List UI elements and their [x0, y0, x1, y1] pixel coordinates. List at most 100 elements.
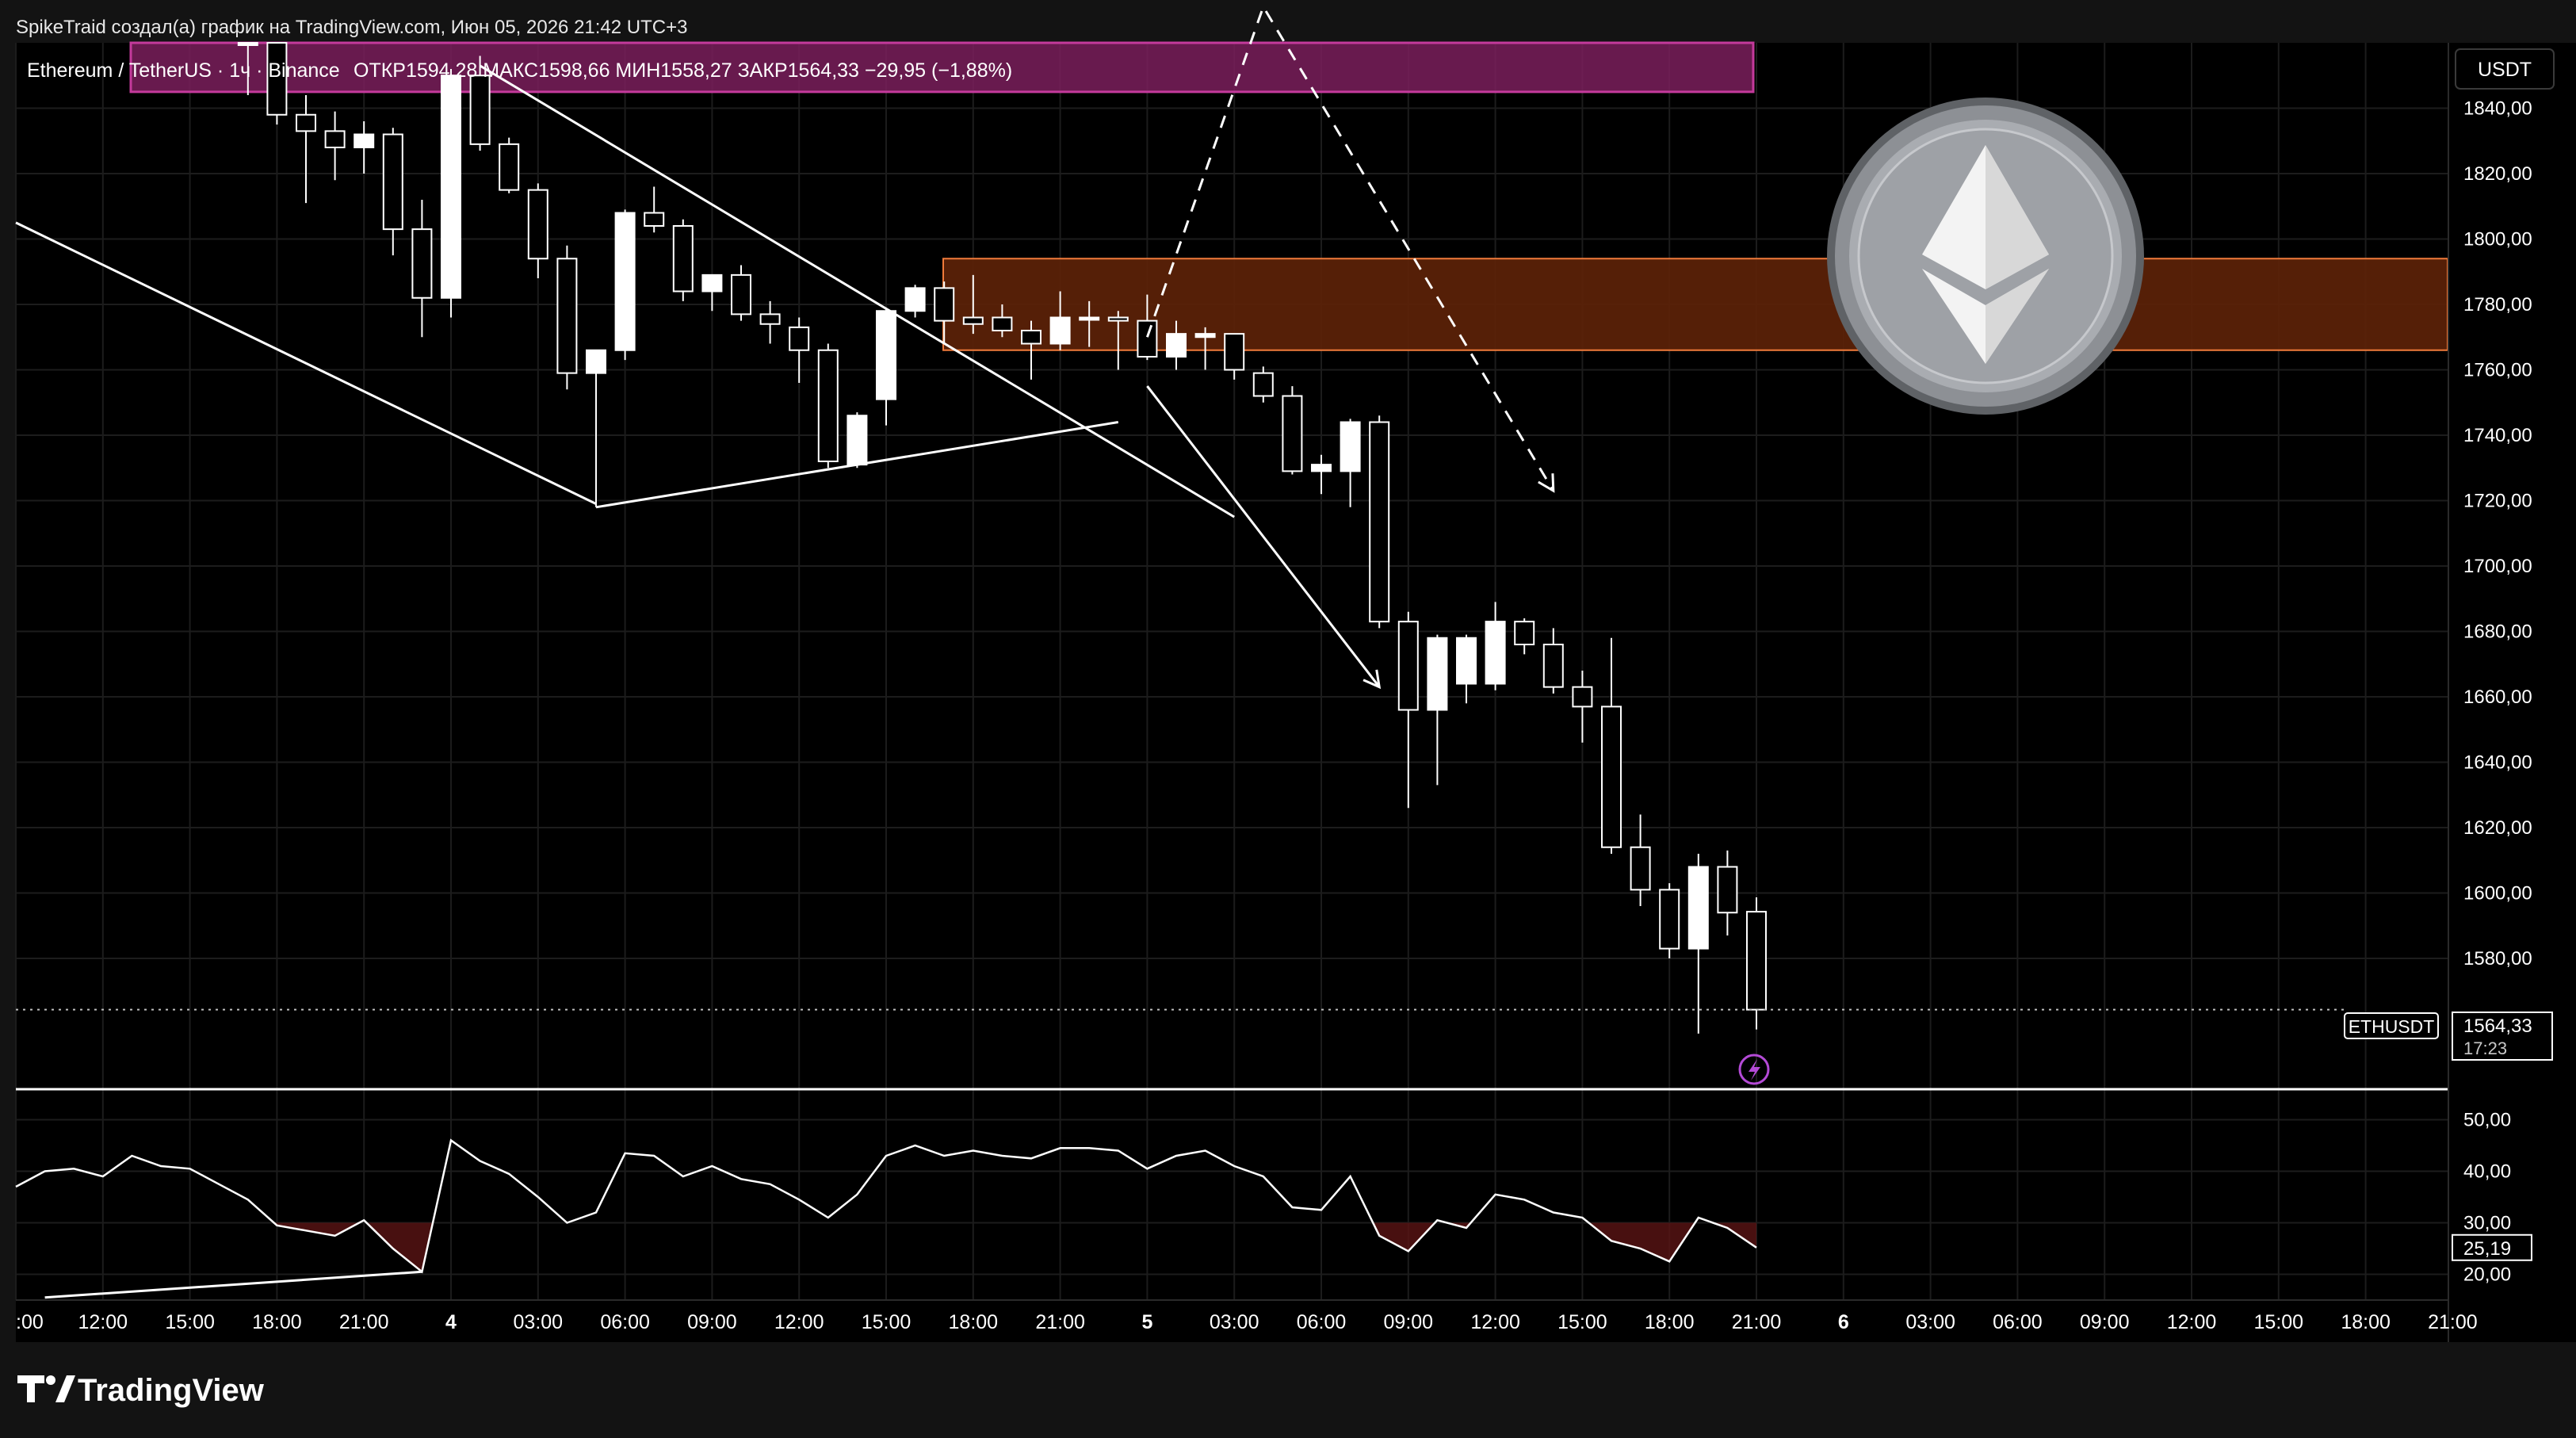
candle-body: [672, 225, 694, 293]
candle-body: [1224, 333, 1245, 371]
attribution-text: SpikeTraid создал(а) график на TradingVi…: [16, 17, 687, 38]
osc-tick: 50,00: [2463, 1110, 2511, 1131]
candle-body: [731, 273, 751, 316]
price-tick: 1660,00: [2463, 686, 2532, 708]
candle-body: [789, 326, 810, 351]
candle-body: [1630, 846, 1651, 891]
time-tick: 09:00: [687, 1311, 737, 1333]
candle-body: [1687, 866, 1709, 950]
candle-body: [614, 212, 636, 351]
ethereum-coin-icon: [1827, 98, 2144, 415]
currency-label: USDT: [2478, 59, 2532, 81]
candle-body: [1659, 889, 1680, 950]
candle-body: [1049, 316, 1071, 345]
candle-body: [1717, 866, 1738, 914]
candle-body: [904, 287, 926, 312]
candle-body: [701, 273, 723, 293]
candle-body: [1021, 330, 1041, 345]
symbol-tag: ETHUSDT: [2349, 1016, 2435, 1037]
price-tick: 1580,00: [2463, 948, 2532, 970]
candle-body: [441, 75, 461, 299]
time-tick: :00: [16, 1311, 44, 1333]
time-tick: 09:00: [2080, 1311, 2130, 1333]
price-tick: 1720,00: [2463, 491, 2532, 512]
candle-body: [1427, 637, 1448, 711]
osc-last-value: 25,19: [2463, 1238, 2511, 1260]
time-tick: 6: [1838, 1311, 1849, 1333]
candle-body: [1282, 395, 1303, 472]
candle-body: [934, 287, 955, 322]
candle-body: [1542, 644, 1564, 688]
time-tick: 06:00: [1297, 1311, 1347, 1333]
time-tick: 12:00: [2167, 1311, 2217, 1333]
time-tick: 21:00: [1035, 1311, 1085, 1333]
last-price-value: 1564,33: [2463, 1015, 2532, 1037]
candle-body: [237, 42, 258, 46]
candle-body: [1194, 333, 1216, 338]
candle-body: [1746, 911, 1767, 1011]
price-tick: 1840,00: [2463, 98, 2532, 120]
candle-body: [586, 349, 606, 374]
candle-body: [1601, 706, 1622, 848]
time-tick: 03:00: [1905, 1311, 1955, 1333]
price-tick: 1620,00: [2463, 817, 2532, 839]
time-tick: 03:00: [514, 1311, 564, 1333]
time-tick: 15:00: [1557, 1311, 1607, 1333]
time-tick: 18:00: [1645, 1311, 1695, 1333]
candle-body: [817, 349, 839, 462]
time-tick: 21:00: [2428, 1311, 2478, 1333]
osc-tick: 40,00: [2463, 1161, 2511, 1183]
candle-body: [1485, 621, 1506, 685]
candle-body: [1137, 319, 1158, 358]
time-tick: 18:00: [949, 1311, 999, 1333]
osc-tick: 20,00: [2463, 1264, 2511, 1286]
candle-body: [1252, 372, 1274, 397]
time-tick: 06:00: [1993, 1311, 2043, 1333]
candle-body: [1340, 421, 1361, 472]
bar-countdown: 17:23: [2463, 1038, 2507, 1058]
candle-body: [469, 75, 491, 145]
candle-body: [962, 316, 984, 325]
time-tick: 21:00: [1732, 1311, 1782, 1333]
time-tick: 12:00: [1470, 1311, 1520, 1333]
candle-body: [1079, 316, 1100, 321]
candle-body: [876, 310, 896, 400]
time-tick: 09:00: [1384, 1311, 1434, 1333]
time-tick: 21:00: [339, 1311, 389, 1333]
candle-body: [411, 228, 433, 299]
time-tick: 15:00: [2254, 1311, 2304, 1333]
candle-body: [296, 113, 316, 132]
chart-stage: SpikeTraid создал(а) график на TradingVi…: [0, 0, 2576, 1438]
candle-body: [1572, 686, 1593, 708]
price-tick: 1800,00: [2463, 229, 2532, 251]
osc-last-tag: 25,19: [2452, 1233, 2532, 1261]
candle-body: [527, 189, 548, 260]
candle-body: [1166, 333, 1187, 358]
candle-body: [759, 313, 781, 325]
time-tick-labels: :00 12:00 15:00 18:00 21:00 4 03:00 06:00 09:00 1…: [16, 1311, 2478, 1333]
candle-body: [1514, 621, 1535, 645]
price-tick: 1640,00: [2463, 752, 2532, 774]
price-tick: 1600,00: [2463, 883, 2532, 904]
brand-name: TradingView: [78, 1373, 265, 1408]
price-tick: 1820,00: [2463, 163, 2532, 185]
candle-body: [382, 133, 403, 231]
candle-body: [1107, 316, 1129, 322]
header-legend[interactable]: Ethereum / TetherUS · 1ч · Binance ОТКР1…: [27, 59, 1012, 82]
time-tick: 12:00: [78, 1311, 128, 1333]
candle-body: [499, 143, 520, 191]
candle-body: [1397, 621, 1419, 711]
symbol-description: Ethereum / TetherUS · 1ч · Binance: [27, 59, 340, 82]
time-tick: 06:00: [600, 1311, 650, 1333]
time-tick: 18:00: [2341, 1311, 2391, 1333]
price-tick: 1760,00: [2463, 360, 2532, 381]
time-tick: 15:00: [862, 1311, 912, 1333]
candle-body: [847, 415, 868, 466]
time-tick: 18:00: [252, 1311, 302, 1333]
time-tick: 5: [1141, 1311, 1152, 1333]
price-tick: 1700,00: [2463, 556, 2532, 577]
price-tick: 1740,00: [2463, 425, 2532, 446]
candle-body: [354, 133, 375, 148]
time-tick: 12:00: [774, 1311, 824, 1333]
time-tick: 4: [445, 1311, 457, 1333]
